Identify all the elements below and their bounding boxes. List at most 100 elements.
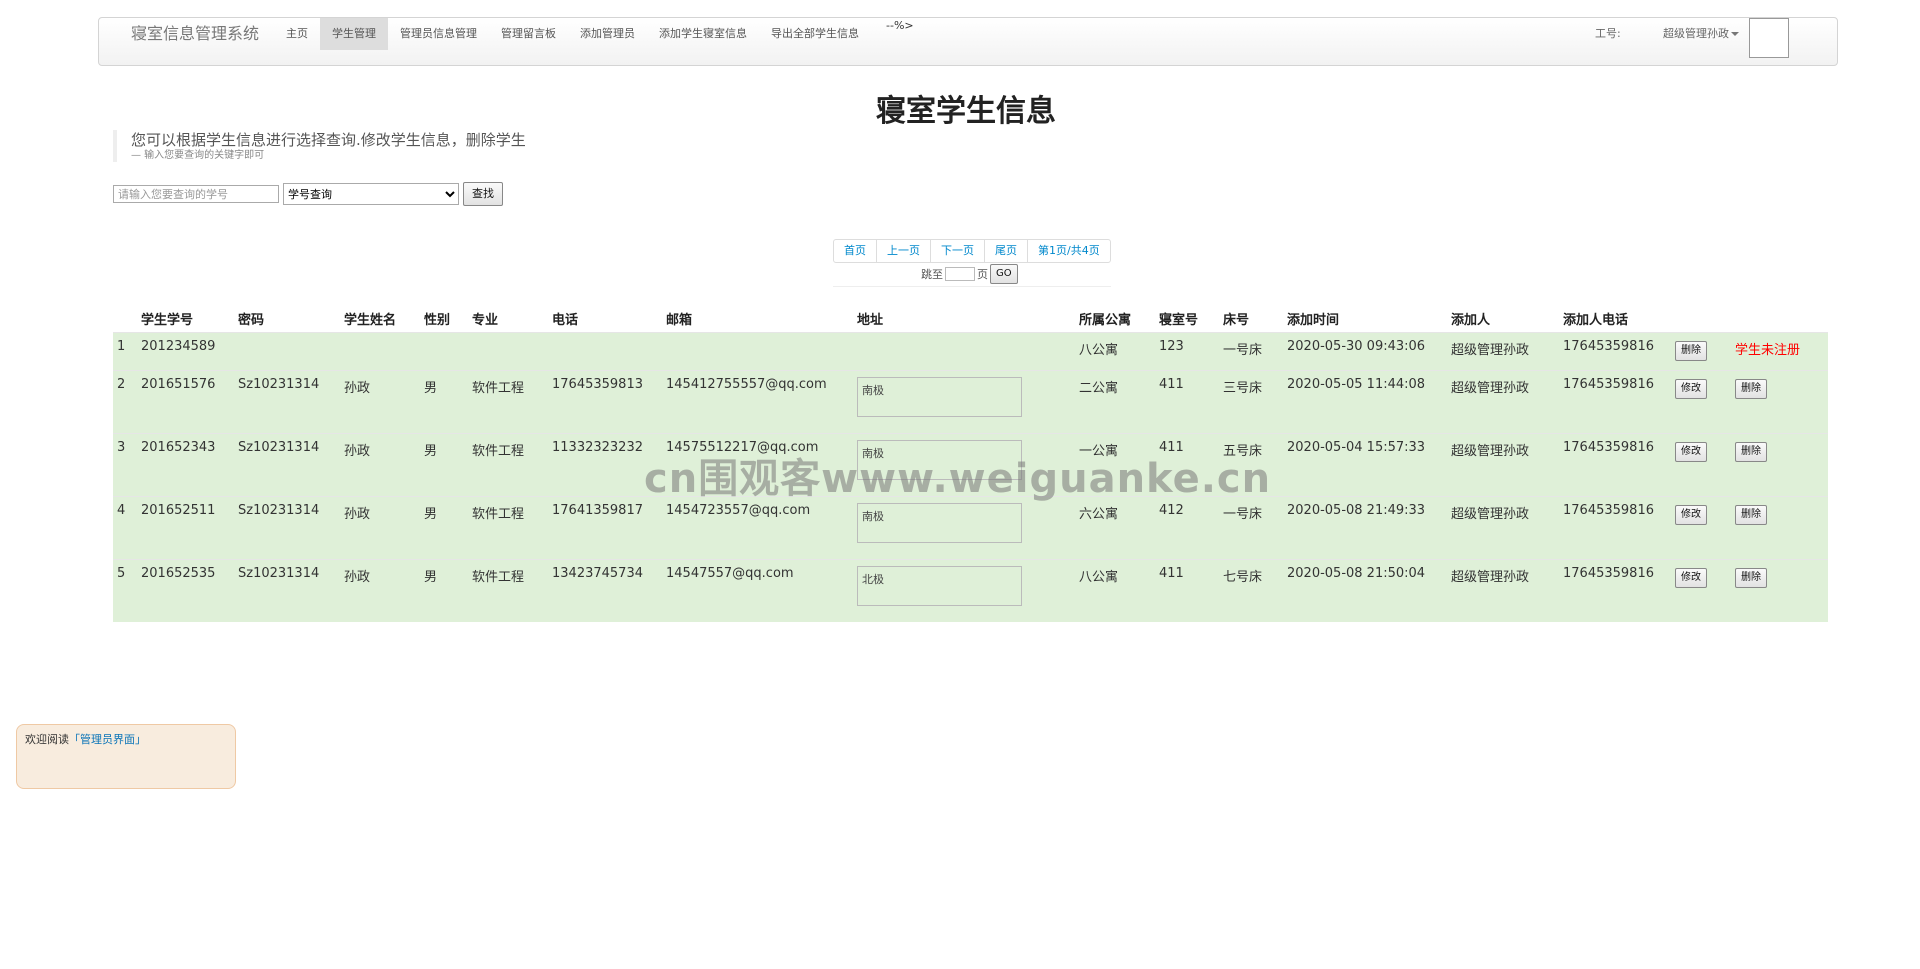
brand-title[interactable]: 寝室信息管理系统 [131, 24, 259, 44]
col-phone: 电话 [552, 313, 579, 329]
search-input[interactable] [113, 185, 279, 203]
search-type-select[interactable]: 学号查询 [283, 183, 459, 205]
jump-go-button[interactable]: GO [990, 264, 1018, 284]
pagination: 首页 上一页 下一页 尾页 第1页/共4页 [833, 239, 1111, 263]
delete-button[interactable]: 删除 [1675, 340, 1707, 361]
nav-item-home[interactable]: 主页 [274, 18, 320, 50]
col-index [113, 306, 137, 332]
cell-student-id: 201652511 [137, 495, 234, 559]
address-textarea[interactable]: 北极 [857, 565, 1022, 606]
welcome-notice: 欢迎阅读「管理员界面」 [16, 724, 236, 789]
delete-button[interactable]: 删除 [1735, 378, 1767, 399]
top-navbar: 寝室信息管理系统 主页 学生管理 管理员信息管理 管理留言板 添加管理员 添加学… [98, 17, 1838, 66]
cell-gender: 男 [420, 369, 468, 433]
cell-password: Sz10231314 [234, 558, 340, 622]
cell-major [468, 331, 548, 370]
cell-adder-phone: 17645359816 [1559, 495, 1671, 559]
cell-action: 修改 [1671, 558, 1731, 622]
stray-template-text: --%> [886, 19, 914, 32]
nav-item-admin-info[interactable]: 管理员信息管理 [388, 18, 489, 50]
cell-password: Sz10231314 [234, 432, 340, 496]
cell-address [853, 331, 1075, 370]
cell-index: 2 [113, 369, 137, 433]
divider [833, 286, 1111, 287]
col-address: 地址 [857, 313, 884, 329]
col-student-id: 学生学号 [141, 313, 194, 329]
col-major: 专业 [472, 313, 499, 329]
edit-button[interactable]: 修改 [1675, 567, 1707, 588]
cell-name: 孙政 [340, 495, 420, 559]
cell-phone [548, 331, 662, 370]
lead-main-text: 您可以根据学生信息进行选择查询.修改学生信息，删除学生 [131, 131, 526, 149]
cell-apartment: 六公寓 [1075, 495, 1155, 559]
cell-apartment: 二公寓 [1075, 369, 1155, 433]
page-first-link[interactable]: 首页 [834, 240, 876, 262]
cell-adder: 超级管理孙政 [1447, 432, 1559, 496]
cell-index: 4 [113, 495, 137, 559]
nav-item-add-admin[interactable]: 添加管理员 [568, 18, 647, 50]
cell-bed: 一号床 [1219, 495, 1283, 559]
cell-action: 修改 [1671, 432, 1731, 496]
cell-student-id: 201652535 [137, 558, 234, 622]
page-prev-link[interactable]: 上一页 [876, 240, 930, 262]
search-button[interactable]: 查找 [463, 182, 503, 206]
page-next-link[interactable]: 下一页 [930, 240, 984, 262]
cell-student-id: 201234589 [137, 331, 234, 370]
cell-password [234, 331, 340, 370]
watermark: cn围观客www.weiguanke.cn [644, 456, 1272, 502]
col-adder: 添加人 [1451, 313, 1491, 329]
cell-time: 2020-05-08 21:50:04 [1283, 558, 1447, 622]
cell-password: Sz10231314 [234, 495, 340, 559]
notice-admin-link[interactable]: 「管理员界面」 [69, 733, 146, 746]
cell-student-id: 201651576 [137, 369, 234, 433]
cell-email: 1454723557@qq.com [662, 495, 853, 559]
jump-label: 跳至 [921, 268, 943, 281]
table-row: 2 201651576 Sz10231314 孙政 男 软件工程 1764535… [113, 369, 1828, 433]
delete-button[interactable]: 删除 [1735, 441, 1767, 462]
nav-item-add-dorm-info[interactable]: 添加学生寝室信息 [647, 18, 759, 50]
cell-bed: 三号床 [1219, 369, 1283, 433]
edit-button[interactable]: 修改 [1675, 441, 1707, 462]
page-info: 第1页/共4页 [1027, 240, 1110, 262]
nav-item-message-board[interactable]: 管理留言板 [489, 18, 568, 50]
cell-action: 修改 [1671, 495, 1731, 559]
cell-name [340, 331, 420, 370]
cell-room: 123 [1155, 331, 1219, 370]
cell-apartment: 八公寓 [1075, 331, 1155, 370]
table-header-row: 学生学号 密码 学生姓名 性别 专业 电话 邮箱 地址 所属公寓 寝室号 床号 … [113, 306, 1828, 332]
delete-button[interactable]: 删除 [1735, 567, 1767, 588]
cell-index: 5 [113, 558, 137, 622]
notice-prefix: 欢迎阅读 [25, 733, 69, 746]
address-textarea[interactable]: 南极 [857, 502, 1022, 543]
nav-item-student-management[interactable]: 学生管理 [320, 18, 388, 50]
cell-time: 2020-05-05 11:44:08 [1283, 369, 1447, 433]
user-dropdown[interactable]: 超级管理孙政 [1663, 18, 1739, 50]
edit-button[interactable]: 修改 [1675, 504, 1707, 525]
col-time: 添加时间 [1287, 313, 1340, 329]
cell-time: 2020-05-04 15:57:33 [1283, 432, 1447, 496]
cell-major: 软件工程 [468, 432, 548, 496]
address-textarea[interactable]: 南极 [857, 376, 1022, 417]
cell-apartment: 八公寓 [1075, 558, 1155, 622]
cell-email: 145412755557@qq.com [662, 369, 853, 433]
cell-address: 南极 [853, 369, 1075, 433]
nav-item-export-students[interactable]: 导出全部学生信息 [759, 18, 871, 50]
cell-bed: 七号床 [1219, 558, 1283, 622]
delete-button[interactable]: 删除 [1735, 504, 1767, 525]
search-bar: 学号查询 查找 [113, 182, 503, 206]
cell-major: 软件工程 [468, 495, 548, 559]
page-last-link[interactable]: 尾页 [984, 240, 1027, 262]
table-row: 4 201652511 Sz10231314 孙政 男 软件工程 1764135… [113, 495, 1828, 559]
unregistered-status: 学生未注册 [1735, 342, 1801, 358]
user-name: 超级管理孙政 [1663, 27, 1729, 40]
employee-label: 工号: [1595, 27, 1621, 40]
edit-button[interactable]: 修改 [1675, 378, 1707, 399]
col-adder-phone: 添加人电话 [1563, 313, 1629, 329]
page-jump: 跳至 页 GO [921, 264, 1018, 284]
cell-status: 学生未注册 [1731, 331, 1828, 370]
jump-page-input[interactable] [945, 267, 975, 281]
cell-email: 14547557@qq.com [662, 558, 853, 622]
avatar[interactable] [1749, 18, 1789, 58]
table-row: 1 201234589 八公寓 123 一号床 2020-05-30 09:43… [113, 331, 1828, 370]
cell-name: 孙政 [340, 558, 420, 622]
